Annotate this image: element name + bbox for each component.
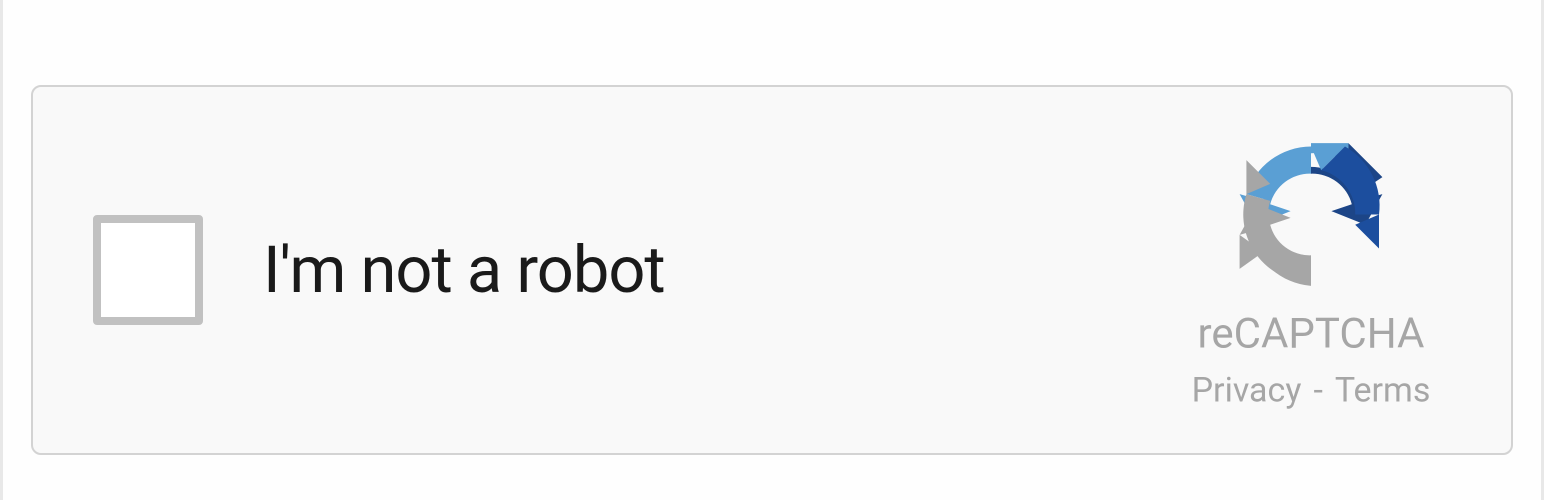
link-separator: - [1313, 371, 1322, 411]
recaptcha-links: Privacy - Terms [1192, 371, 1431, 411]
recaptcha-checkbox[interactable] [93, 215, 203, 325]
recaptcha-branding: reCAPTCHA Privacy - Terms [1171, 130, 1451, 411]
recaptcha-privacy-link[interactable]: Privacy [1192, 371, 1302, 411]
recaptcha-widget: I'm not a robot [31, 85, 1513, 455]
recaptcha-label: I'm not a robot [263, 232, 665, 308]
page-container: I'm not a robot [0, 0, 1544, 500]
recaptcha-brand-text: reCAPTCHA [1198, 310, 1425, 359]
recaptcha-logo-icon [1216, 130, 1406, 300]
recaptcha-terms-link[interactable]: Terms [1335, 371, 1431, 411]
